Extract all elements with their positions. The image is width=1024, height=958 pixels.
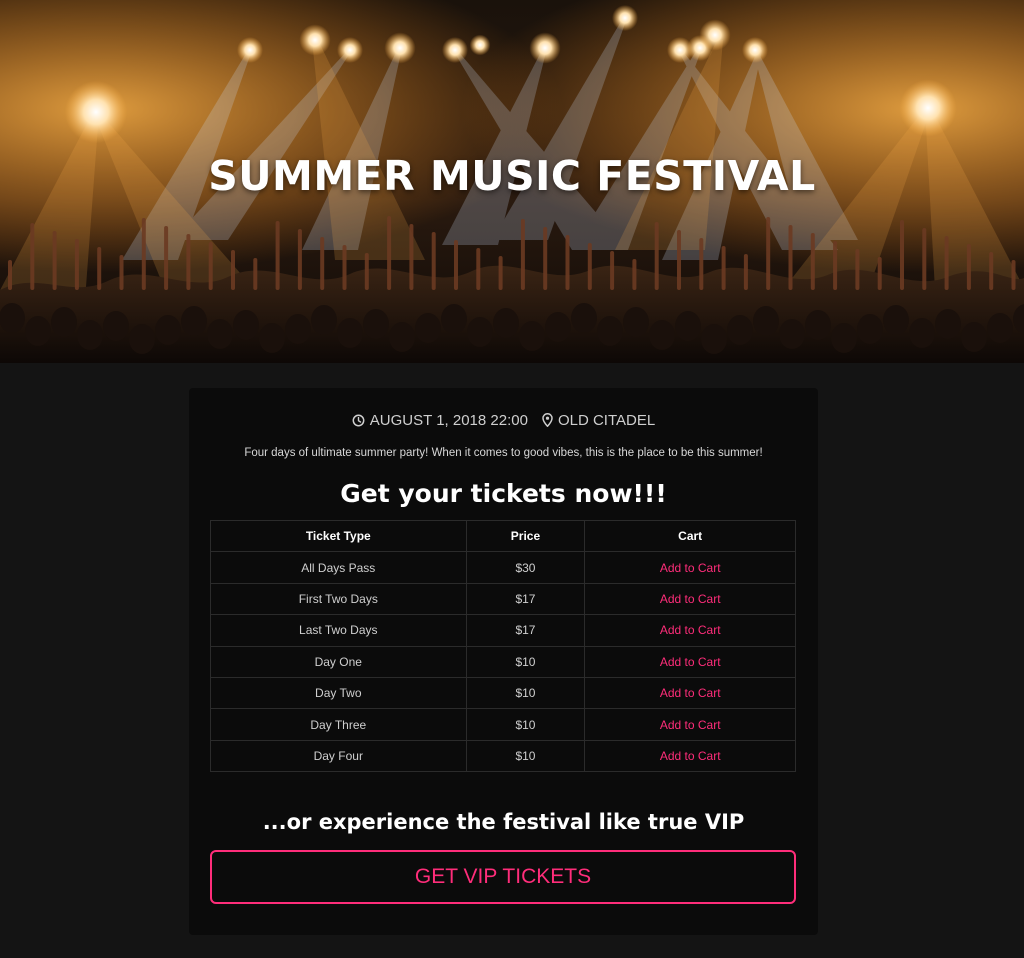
cart-cell: Add to Cart: [584, 614, 796, 647]
table-header-row: Ticket Type Price Cart: [210, 519, 796, 553]
tickets-headline: Get your tickets now!!!: [340, 479, 667, 508]
cart-cell: Add to Cart: [584, 676, 796, 710]
ticket-type: First Two Days: [210, 582, 467, 616]
add-to-cart-link[interactable]: Add to Cart: [660, 655, 721, 669]
add-to-cart-link[interactable]: Add to Cart: [660, 623, 721, 637]
ticket-price: $10: [465, 739, 586, 773]
add-to-cart-link[interactable]: Add to Cart: [660, 718, 721, 732]
ticket-type: Day Three: [210, 708, 467, 741]
event-datetime: AUGUST 1, 2018 22:00: [352, 412, 528, 429]
table-row: Last Two Days $17 Add to Cart: [210, 614, 796, 647]
add-to-cart-link[interactable]: Add to Cart: [660, 592, 721, 606]
table-row: All Days Pass $30 Add to Cart: [210, 551, 796, 584]
event-meta: AUGUST 1, 2018 22:00 OLD CITADEL: [210, 410, 797, 430]
event-description: Four days of ultimate summer party! When…: [244, 447, 763, 459]
event-venue: OLD CITADEL: [542, 412, 655, 429]
event-title: SUMMER MUSIC FESTIVAL: [208, 152, 816, 200]
ticket-type: Last Two Days: [210, 614, 467, 647]
table-row: First Two Days $17 Add to Cart: [210, 582, 796, 616]
ticket-price: $10: [465, 676, 586, 710]
tickets-table: Ticket Type Price Cart All Days Pass $30…: [210, 519, 796, 773]
event-datetime-text: AUGUST 1, 2018 22:00: [369, 411, 528, 429]
add-to-cart-link[interactable]: Add to Cart: [660, 561, 721, 575]
add-to-cart-link[interactable]: Add to Cart: [660, 749, 721, 763]
cart-cell: Add to Cart: [584, 551, 796, 584]
event-venue-text: OLD CITADEL: [557, 411, 656, 429]
ticket-type: Day Two: [210, 676, 467, 710]
ticket-price: $17: [465, 614, 586, 647]
ticket-type: Day One: [210, 645, 467, 678]
get-vip-tickets-button[interactable]: GET VIP TICKETS: [210, 850, 796, 905]
cart-cell: Add to Cart: [584, 645, 796, 678]
column-header-cart: Cart: [584, 519, 796, 553]
hero-banner: SUMMER MUSIC FESTIVAL: [0, 0, 1024, 363]
ticket-type: All Days Pass: [210, 551, 467, 584]
ticket-price: $10: [465, 645, 586, 678]
cart-cell: Add to Cart: [584, 582, 796, 616]
table-row: Day Four $10 Add to Cart: [210, 739, 796, 773]
ticket-price: $10: [465, 708, 586, 741]
table-row: Day Two $10 Add to Cart: [210, 676, 796, 710]
column-header-ticket-type: Ticket Type: [210, 519, 467, 553]
add-to-cart-link[interactable]: Add to Cart: [660, 686, 721, 700]
ticket-type: Day Four: [210, 739, 467, 773]
cart-cell: Add to Cart: [584, 708, 796, 741]
map-marker-icon: [542, 413, 553, 427]
cart-cell: Add to Cart: [584, 739, 796, 773]
ticket-card: AUGUST 1, 2018 22:00 OLD CITADEL Four da…: [189, 388, 818, 935]
table-row: Day Three $10 Add to Cart: [210, 708, 796, 741]
vip-prompt: ...or experience the festival like true …: [262, 810, 745, 835]
ticket-price: $17: [465, 582, 586, 616]
table-row: Day One $10 Add to Cart: [210, 645, 796, 678]
clock-icon: [352, 414, 365, 426]
ticket-price: $30: [465, 551, 586, 584]
column-header-price: Price: [465, 519, 586, 553]
